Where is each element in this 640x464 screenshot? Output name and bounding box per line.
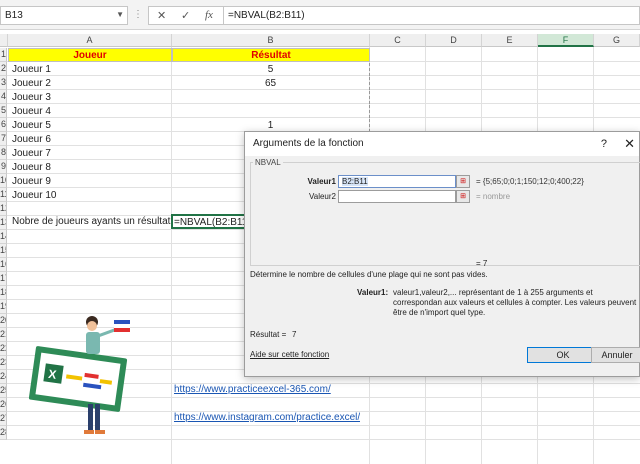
row-header[interactable]: 25 [0, 384, 7, 398]
row-header[interactable]: 15 [0, 244, 7, 258]
player-name-cell[interactable]: Joueur 7 [12, 147, 170, 160]
practice-excel-illustration: X [28, 316, 130, 434]
result-value: 7 [292, 330, 297, 339]
player-name-cell[interactable]: Joueur 2 [12, 77, 170, 90]
row-header[interactable]: 28 [0, 426, 7, 440]
header-joueur[interactable]: Joueur [8, 48, 172, 62]
result-cell[interactable] [172, 91, 370, 104]
player-name-cell[interactable]: Joueur 3 [12, 91, 170, 104]
row-header[interactable]: 18 [0, 286, 7, 300]
arg2-label: Valeur2 [309, 192, 336, 201]
column-header-e[interactable]: E [482, 34, 538, 47]
row-header[interactable]: 6 [0, 118, 7, 132]
row-header[interactable]: 5 [0, 104, 7, 118]
label-count[interactable]: Nobre de joueurs ayants un résultat [12, 215, 174, 229]
row-header[interactable]: 22 [0, 342, 7, 356]
param-description: valeur1,valeur2,... représentant de 1 à … [393, 288, 637, 317]
column-header-f[interactable]: F [538, 34, 594, 47]
arg1-label: Valeur1 [307, 177, 336, 186]
help-icon[interactable]: ? [601, 138, 607, 150]
formula-bar: B13 ▼ ⋮ ✕ ✓ fx =NBVAL(B2:B11) [0, 0, 640, 30]
arg1-input[interactable]: B2:B11 [338, 175, 456, 188]
row-header[interactable]: 16 [0, 258, 7, 272]
player-name-cell[interactable]: Joueur 6 [12, 133, 170, 146]
column-header-d[interactable]: D [426, 34, 482, 47]
row-header[interactable]: 7 [0, 132, 7, 146]
player-name-cell[interactable]: Joueur 4 [12, 105, 170, 118]
formula-text: =NBVAL(B2:B11) [228, 10, 305, 21]
row-header[interactable]: 17 [0, 272, 7, 286]
player-name-cell[interactable]: Joueur 8 [12, 161, 170, 174]
formula-buttons: ✕ ✓ fx [148, 6, 224, 25]
formula-input[interactable]: =NBVAL(B2:B11) [224, 6, 640, 25]
row-header[interactable]: 8 [0, 146, 7, 160]
chevron-down-icon[interactable]: ▼ [116, 10, 124, 19]
row-header[interactable]: 20 [0, 314, 7, 328]
column-header-g[interactable]: G [594, 34, 640, 47]
help-link[interactable]: Aide sur cette fonction [250, 350, 329, 359]
player-name-cell[interactable]: Joueur 9 [12, 175, 170, 188]
row-header[interactable]: 10 [0, 174, 7, 188]
link-practiceexcel[interactable]: https://www.practiceexcel-365.com/ [174, 383, 331, 396]
name-box-value: B13 [5, 10, 23, 21]
drag-handle-icon[interactable]: ⋮ [133, 9, 144, 20]
arg1-result: = {5;65;0;0;1;150;12;0;400;22} [476, 177, 584, 186]
column-header-a[interactable]: A [8, 34, 172, 47]
player-name-cell[interactable]: Joueur 5 [12, 119, 170, 132]
row-header[interactable]: 14 [0, 230, 7, 244]
header-resultat[interactable]: Résultat [172, 48, 370, 62]
function-arguments-dialog: Arguments de la fonction ? ✕ NBVAL Valeu… [244, 131, 640, 377]
param-label: Valeur1: [357, 288, 389, 297]
function-name: NBVAL [253, 158, 283, 167]
result-cell[interactable]: 5 [172, 63, 370, 76]
formula-cell-b13[interactable]: =NBVAL(B2:B11) [171, 214, 247, 229]
cancel-button[interactable]: Annuler [591, 347, 640, 363]
formula-result-preview: = 7 [476, 259, 488, 268]
row-header[interactable]: 27 [0, 412, 7, 426]
column-header-b[interactable]: B [172, 34, 370, 47]
cancel-formula-icon[interactable]: ✕ [157, 9, 166, 22]
row-header[interactable]: 24 [0, 370, 7, 384]
row-header[interactable]: 19 [0, 300, 7, 314]
ok-button[interactable]: OK [527, 347, 599, 363]
link-instagram[interactable]: https://www.instagram.com/practice.excel… [174, 411, 360, 424]
row-header[interactable]: 2 [0, 62, 7, 76]
row-header[interactable]: 26 [0, 398, 7, 412]
player-name-cell[interactable]: Joueur 1 [12, 63, 170, 76]
insert-function-icon[interactable]: fx [205, 9, 213, 21]
result-cell[interactable]: 65 [172, 77, 370, 90]
close-icon[interactable]: ✕ [624, 136, 635, 152]
row-header[interactable]: 21 [0, 328, 7, 342]
confirm-formula-icon[interactable]: ✓ [181, 9, 190, 22]
row-header[interactable]: 3 [0, 76, 7, 90]
row-header[interactable]: 13 [0, 216, 7, 230]
row-header[interactable]: 23 [0, 356, 7, 370]
row-header[interactable]: 4 [0, 90, 7, 104]
dialog-title: Arguments de la fonction [253, 138, 364, 149]
arg2-input[interactable] [338, 190, 456, 203]
result-cell[interactable] [172, 105, 370, 118]
name-box[interactable]: B13 ▼ [0, 6, 128, 25]
arg1-value: B2:B11 [342, 177, 368, 186]
player-name-cell[interactable]: Joueur 10 [12, 189, 170, 202]
arg2-result: = nombre [476, 192, 511, 201]
row-header[interactable]: 12 [0, 202, 7, 216]
result-label: Résultat = [250, 330, 287, 339]
range-select-icon[interactable]: ⊞ [456, 175, 470, 188]
column-header-c[interactable]: C [370, 34, 426, 47]
range-select-icon[interactable]: ⊞ [456, 190, 470, 203]
row-header[interactable]: 9 [0, 160, 7, 174]
function-description: Détermine le nombre de cellules d'une pl… [250, 270, 488, 279]
row-header[interactable]: 1 [0, 48, 7, 62]
row-header[interactable]: 11 [0, 188, 7, 202]
dialog-titlebar: Arguments de la fonction ? ✕ [245, 132, 639, 156]
select-all-corner[interactable] [0, 34, 8, 47]
